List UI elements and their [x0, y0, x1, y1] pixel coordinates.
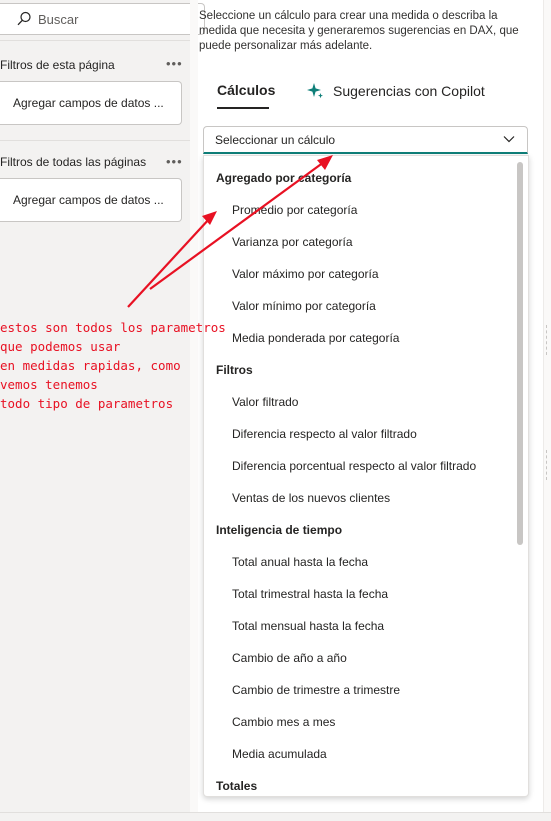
dropdown-option[interactable]: Valor mínimo por categoría: [204, 290, 528, 322]
dropdown-option[interactable]: Media ponderada por categoría: [204, 322, 528, 354]
canvas-edge: [543, 0, 551, 812]
active-tab-indicator: [217, 107, 269, 109]
dropdown-group-header: Inteligencia de tiempo: [216, 523, 343, 537]
dropdown-option[interactable]: Cambio de año a año: [204, 642, 528, 674]
dropdown-option[interactable]: Total trimestral hasta la fecha: [204, 578, 528, 610]
dropdown-option[interactable]: Varianza por categoría: [204, 226, 528, 258]
annotation-line: estos son todos los parametros: [0, 320, 226, 335]
intro-text: Seleccione un cálculo para crear una med…: [199, 10, 519, 52]
dropdown-option[interactable]: Valor máximo por categoría: [204, 258, 528, 290]
all-pages-filters-title: Filtros de todas las páginas: [0, 155, 147, 169]
dropdown-option[interactable]: Promedio por categoría: [204, 194, 528, 226]
calculation-dropdown-list[interactable]: Agregado por categoría Promedio por categ…: [203, 155, 529, 797]
calculation-select-value: Seleccionar un cálculo: [215, 133, 336, 147]
more-horizontal-icon[interactable]: •••: [166, 56, 183, 71]
dropdown-group-header: Agregado por categoría: [216, 171, 352, 185]
annotation-line: que podemos usar: [0, 339, 121, 354]
dropdown-option[interactable]: Cambio de trimestre a trimestre: [204, 674, 528, 706]
annotation-text: estos son todos los parametros que podemo…: [0, 318, 226, 413]
tab-copilot-suggestions[interactable]: Sugerencias con Copilot: [306, 82, 485, 100]
dropdown-option[interactable]: Cambio mes a mes: [204, 706, 528, 738]
annotation-line: vemos tenemos: [0, 377, 98, 392]
copilot-tab-label: Sugerencias con Copilot: [333, 83, 485, 99]
search-icon: [17, 11, 31, 26]
divider: [0, 140, 190, 141]
copilot-sparkle-icon: [307, 83, 323, 99]
page-filters-drop-zone[interactable]: Agregar campos de datos ...: [0, 81, 182, 125]
dropdown-group-header: Totales: [216, 779, 258, 793]
all-pages-filters-drop-zone[interactable]: Agregar campos de datos ...: [0, 178, 182, 222]
dropdown-option[interactable]: Total mensual hasta la fecha: [204, 610, 528, 642]
search-input[interactable]: [38, 11, 188, 27]
dropdown-option[interactable]: Media acumulada: [204, 738, 528, 770]
divider: [0, 40, 190, 41]
dropdown-option[interactable]: Valor filtrado: [204, 386, 528, 418]
more-horizontal-icon[interactable]: •••: [166, 154, 183, 169]
chevron-down-icon: [503, 136, 515, 143]
dropdown-group-header: Filtros: [216, 363, 253, 377]
dropdown-option[interactable]: Ventas de los nuevos clientes: [204, 482, 528, 514]
dropdown-option[interactable]: Diferencia porcentual respecto al valor …: [204, 450, 528, 482]
calculation-select[interactable]: Seleccionar un cálculo: [203, 126, 528, 154]
dropdown-option[interactable]: Total anual hasta la fecha: [204, 546, 528, 578]
page-filters-title: Filtros de esta página: [0, 58, 115, 72]
annotation-line: todo tipo de parametros: [0, 396, 174, 411]
dropdown-option[interactable]: Diferencia respecto al valor filtrado: [204, 418, 528, 450]
annotation-line: en medidas rapidas, como: [0, 358, 181, 373]
search-box[interactable]: [0, 3, 205, 35]
tab-calculos[interactable]: Cálculos: [217, 82, 275, 98]
